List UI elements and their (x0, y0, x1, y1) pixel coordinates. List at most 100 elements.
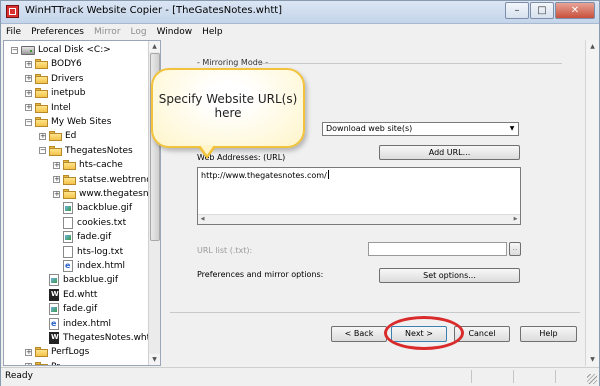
tree-item[interactable]: index.html (53, 259, 125, 273)
tree-item[interactable]: + www.thegatesno (53, 187, 150, 201)
expand-icon[interactable]: + (53, 176, 60, 184)
tree-item[interactable]: + Pr... (25, 360, 68, 365)
collapse-icon[interactable]: − (39, 147, 46, 155)
url-text: http://www.thegatesnotes.com/ (201, 171, 327, 180)
scroll-up-arrow-icon[interactable]: ▲ (586, 40, 599, 53)
tree-item[interactable]: − Local Disk <C:> (11, 43, 111, 57)
close-button[interactable]: ✕ (555, 2, 595, 19)
window-controls: – □ ✕ (504, 2, 595, 19)
expand-icon[interactable]: + (25, 75, 32, 83)
folder-icon (63, 189, 76, 199)
tree-item[interactable]: + statse.webtrends (53, 173, 150, 187)
scroll-left-arrow-icon[interactable]: ◀ (198, 215, 207, 224)
folder-icon (35, 88, 48, 99)
callout-line-1: Specify Website URL(s) (158, 92, 298, 106)
tree-item[interactable]: fade.gif (53, 230, 111, 244)
expand-icon[interactable]: + (25, 89, 32, 97)
html-file-icon (63, 260, 73, 272)
menu-mirror[interactable]: Mirror (89, 27, 126, 37)
folder-icon (35, 361, 48, 365)
url-textarea[interactable]: http://www.thegatesnotes.com/ ◀ ▶ (197, 167, 521, 225)
collapse-icon[interactable]: − (11, 46, 18, 54)
tree-item-label: statse.webtrends (79, 174, 150, 185)
tree-item[interactable]: backblue.gif (53, 201, 132, 215)
tree-item-label: index.html (77, 261, 125, 271)
status-panel-2 (513, 370, 554, 383)
set-options-button[interactable]: Set options... (379, 268, 520, 283)
tree-item[interactable]: Ed.whtt (39, 288, 97, 302)
folder-icon (49, 131, 62, 142)
scroll-up-arrow-icon[interactable]: ▲ (149, 41, 160, 52)
whtt-file-icon (49, 288, 59, 301)
tree-item[interactable]: fade.gif (39, 302, 97, 316)
menu-help[interactable]: Help (197, 27, 228, 37)
action-select[interactable]: Download web site(s) ▼ (322, 122, 519, 136)
tree-item[interactable]: index.html (39, 317, 111, 331)
maximize-button[interactable]: □ (530, 2, 554, 19)
title-bar[interactable]: WinHTTrack Website Copier - [TheGatesNot… (1, 1, 599, 24)
expand-icon[interactable]: + (53, 190, 60, 198)
help-button[interactable]: Help (520, 326, 577, 342)
tree-item[interactable]: backblue.gif (39, 273, 118, 287)
callout-line-2: here (214, 106, 242, 120)
tree-item[interactable]: − ThegatesNotes (39, 144, 133, 158)
browse-button[interactable]: .. (509, 242, 521, 256)
menu-log[interactable]: Log (126, 27, 152, 37)
resize-grip-icon[interactable] (587, 374, 597, 384)
expand-icon[interactable]: + (53, 161, 60, 169)
url-list-input[interactable] (368, 242, 507, 256)
bottom-separator (170, 312, 580, 313)
scroll-down-arrow-icon[interactable]: ▼ (586, 353, 599, 366)
tree-item-label: PerfLogs (51, 347, 90, 358)
tree-item[interactable]: + PerfLogs (25, 345, 89, 359)
tree-item-label: My Web Sites (51, 117, 112, 127)
tree-item-label: www.thegatesno (79, 189, 150, 199)
tree-item[interactable]: + Intel (25, 101, 71, 115)
tree-item[interactable]: + BODY6 (25, 57, 82, 71)
menu-bar: File Preferences Mirror Log Window Help (1, 24, 599, 39)
collapse-icon[interactable]: − (25, 118, 32, 126)
tree-item[interactable]: + inetpub (25, 86, 85, 100)
tree-item-label: Ed (65, 131, 77, 142)
image-file-icon (63, 202, 73, 215)
tree-item[interactable]: − My Web Sites (25, 115, 111, 129)
minimize-button[interactable]: – (505, 2, 529, 19)
expand-icon[interactable]: + (25, 363, 32, 365)
tree-item[interactable]: + Drivers (25, 72, 83, 86)
drive-icon (21, 45, 35, 55)
panel-scrollbar[interactable]: ▲ ▼ (585, 40, 599, 366)
tree-item[interactable]: cookies.txt (53, 216, 126, 230)
tree-item[interactable]: + Ed (39, 129, 76, 143)
folder-icon (35, 347, 48, 358)
status-text: Ready (5, 371, 33, 381)
status-bar: Ready (1, 367, 599, 386)
url-textarea-hscrollbar[interactable]: ◀ ▶ (198, 214, 520, 224)
expand-icon[interactable]: + (39, 132, 46, 140)
expand-icon[interactable]: + (25, 104, 32, 112)
folder-icon (63, 174, 76, 185)
httrack-app-icon (6, 5, 19, 18)
tree-item[interactable]: + hts-cache (53, 158, 123, 172)
menu-window[interactable]: Window (152, 27, 198, 37)
tree-item[interactable]: ThegatesNotes.whtt (39, 331, 150, 345)
html-file-icon (49, 317, 59, 330)
back-button[interactable]: < Back (331, 326, 387, 342)
tree-item-label: backblue.gif (63, 275, 119, 286)
scroll-down-arrow-icon[interactable]: ▼ (149, 354, 160, 365)
add-url-button[interactable]: Add URL... (379, 145, 520, 160)
expand-icon[interactable]: + (25, 60, 32, 68)
scroll-right-arrow-icon[interactable]: ▶ (511, 215, 520, 224)
next-highlight-circle (384, 316, 464, 350)
tree-item[interactable]: hts-log.txt (53, 245, 123, 259)
tree-item-label: Intel (51, 102, 71, 113)
tree-item-label: inetpub (51, 88, 86, 99)
menu-preferences[interactable]: Preferences (26, 27, 89, 37)
folder-icon (49, 145, 62, 156)
menu-file[interactable]: File (1, 27, 26, 37)
expand-icon[interactable]: + (25, 348, 32, 356)
app-window: WinHTTrack Website Copier - [TheGatesNot… (0, 0, 600, 386)
